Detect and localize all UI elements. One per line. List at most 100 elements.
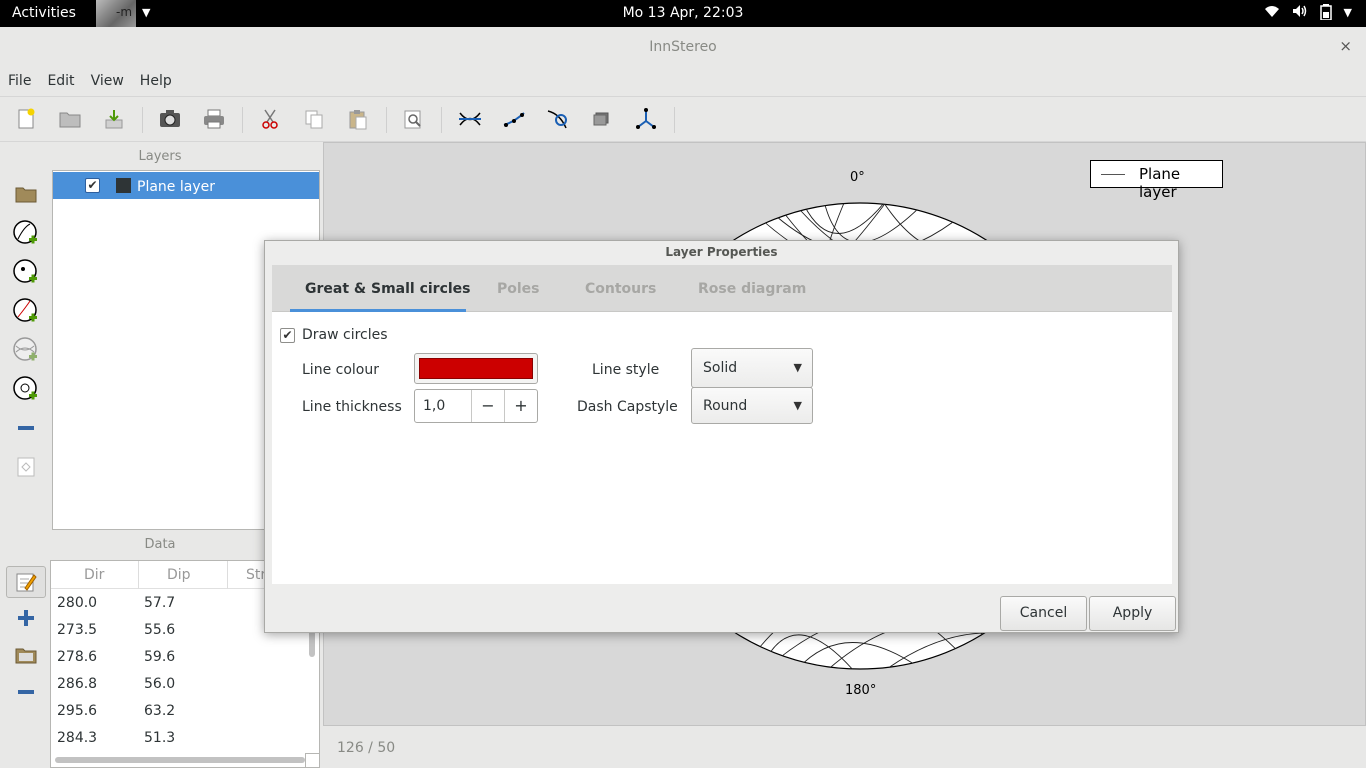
tab-great-small-circles[interactable]: Great & Small circles <box>305 281 471 297</box>
column-header-dir[interactable]: Dir <box>84 567 104 583</box>
dialog-title: Layer Properties <box>665 245 778 259</box>
window-close-button[interactable]: × <box>1339 37 1352 55</box>
line-colour-swatch <box>419 358 533 379</box>
line-colour-label: Line colour <box>302 362 379 378</box>
layer-color-swatch <box>116 178 131 193</box>
table-row[interactable]: 295.6 63.2 <box>51 697 307 724</box>
wifi-icon[interactable] <box>1264 4 1280 24</box>
dir-cell[interactable]: 280.0 <box>57 595 97 611</box>
open-folder-icon[interactable] <box>58 107 82 131</box>
tab-poles[interactable]: Poles <box>497 281 540 297</box>
horizontal-scrollbar[interactable] <box>55 757 305 763</box>
line-thickness-value[interactable]: 1,0 <box>423 398 445 414</box>
layer-visibility-checkbox[interactable]: ✔ <box>85 178 100 193</box>
dir-cell[interactable]: 278.6 <box>57 649 97 665</box>
window-title-bar: InnStereo × <box>0 27 1366 67</box>
line-thickness-label: Line thickness <box>302 399 402 415</box>
copy-icon[interactable] <box>302 107 326 131</box>
cut-icon[interactable] <box>258 107 282 131</box>
data-heading: Data <box>144 537 176 552</box>
line-style-value: Solid <box>703 360 738 376</box>
dropdown-arrow-icon: ▼ <box>793 361 802 374</box>
south-label: 180° <box>845 683 877 698</box>
great-circle-icon[interactable] <box>458 107 482 131</box>
add-smallcircle-layer-icon[interactable] <box>12 336 40 364</box>
rotate-icon[interactable] <box>590 107 614 131</box>
remove-layer-icon[interactable] <box>12 414 40 442</box>
tab-rose-diagram[interactable]: Rose diagram <box>698 281 806 297</box>
add-line-layer-icon[interactable] <box>12 258 40 286</box>
decrement-button[interactable]: − <box>471 390 504 422</box>
layer-properties-dialog: Layer Properties Great & Small circles P… <box>264 240 1179 633</box>
edit-data-icon[interactable] <box>6 566 46 598</box>
system-top-bar: Activities -m ▼ Mo 13 Apr, 22:03 ▼ <box>0 0 1366 27</box>
dir-cell[interactable]: 286.8 <box>57 676 97 692</box>
screenshot-camera-icon[interactable] <box>158 107 182 131</box>
column-separator <box>138 561 139 589</box>
cancel-button[interactable]: Cancel <box>1000 596 1087 631</box>
plot-legend: Plane layer <box>1090 160 1223 201</box>
dip-cell[interactable]: 63.2 <box>144 703 175 719</box>
line-colour-button[interactable] <box>414 353 538 384</box>
dash-capstyle-dropdown[interactable]: Round ▼ <box>691 387 813 424</box>
toolbar-separator <box>242 107 243 133</box>
column-header-dip[interactable]: Dip <box>167 567 191 583</box>
small-circle-icon[interactable] <box>546 107 570 131</box>
dip-cell[interactable]: 56.0 <box>144 676 175 692</box>
status-area[interactable]: ▼ <box>1264 4 1352 24</box>
dash-capstyle-label: Dash Capstyle <box>577 399 678 415</box>
dip-cell[interactable]: 57.7 <box>144 595 175 611</box>
increment-button[interactable]: + <box>504 390 537 422</box>
table-row[interactable]: 278.6 59.6 <box>51 643 307 670</box>
dir-cell[interactable]: 273.5 <box>57 622 97 638</box>
draw-circles-checkbox[interactable]: ✔ <box>280 328 295 343</box>
open-folder-icon[interactable] <box>12 180 40 208</box>
system-menu-arrow-icon[interactable]: ▼ <box>1344 4 1352 24</box>
battery-icon[interactable] <box>1319 4 1332 24</box>
layer-properties-icon[interactable] <box>12 453 40 481</box>
menu-file[interactable]: File <box>0 67 39 95</box>
tab-contours[interactable]: Contours <box>585 281 656 297</box>
menu-view[interactable]: View <box>83 67 132 95</box>
remove-row-icon[interactable] <box>12 678 40 706</box>
menu-bar: File Edit View Help <box>0 67 1366 95</box>
toolbar <box>0 96 1366 142</box>
save-download-icon[interactable] <box>102 107 126 131</box>
line-style-dropdown[interactable]: Solid ▼ <box>691 348 813 388</box>
apply-button[interactable]: Apply <box>1089 596 1176 631</box>
paste-icon[interactable] <box>346 107 370 131</box>
window-title: InnStereo <box>649 39 717 55</box>
fit-line-icon[interactable] <box>502 107 526 131</box>
clock[interactable]: Mo 13 Apr, 22:03 <box>0 5 1366 21</box>
add-faultplane-layer-icon[interactable] <box>12 297 40 325</box>
dialog-tab-bar: Great & Small circles Poles Contours Ros… <box>272 265 1172 312</box>
column-separator <box>227 561 228 589</box>
menu-help[interactable]: Help <box>132 67 180 95</box>
dropdown-arrow-icon: ▼ <box>793 399 802 412</box>
eigenvector-icon[interactable] <box>634 107 658 131</box>
layer-row-plane-layer[interactable]: ✔ Plane layer <box>53 172 319 199</box>
add-plane-layer-icon[interactable] <box>12 219 40 247</box>
dir-cell[interactable]: 295.6 <box>57 703 97 719</box>
import-data-icon[interactable] <box>12 641 40 669</box>
dip-cell[interactable]: 51.3 <box>144 730 175 746</box>
toolbar-separator <box>674 107 675 133</box>
dip-cell[interactable]: 59.6 <box>144 649 175 665</box>
table-row[interactable]: 284.3 51.3 <box>51 724 307 751</box>
layers-heading: Layers <box>138 149 182 164</box>
new-file-icon[interactable] <box>14 107 38 131</box>
draw-circles-label[interactable]: Draw circles <box>302 327 388 343</box>
toolbar-separator <box>386 107 387 133</box>
print-icon[interactable] <box>202 107 226 131</box>
menu-edit[interactable]: Edit <box>39 67 82 95</box>
dash-capstyle-value: Round <box>703 398 748 414</box>
dir-cell[interactable]: 284.3 <box>57 730 97 746</box>
add-row-icon[interactable] <box>12 604 40 632</box>
add-eigenvector-layer-icon[interactable] <box>12 375 40 403</box>
volume-icon[interactable] <box>1292 4 1308 24</box>
line-thickness-spinner[interactable]: 1,0 − + <box>414 389 538 423</box>
zoom-icon[interactable] <box>401 107 425 131</box>
dip-cell[interactable]: 55.6 <box>144 622 175 638</box>
table-row[interactable]: 286.8 56.0 <box>51 670 307 697</box>
status-bar-text: 126 / 50 <box>337 740 396 756</box>
